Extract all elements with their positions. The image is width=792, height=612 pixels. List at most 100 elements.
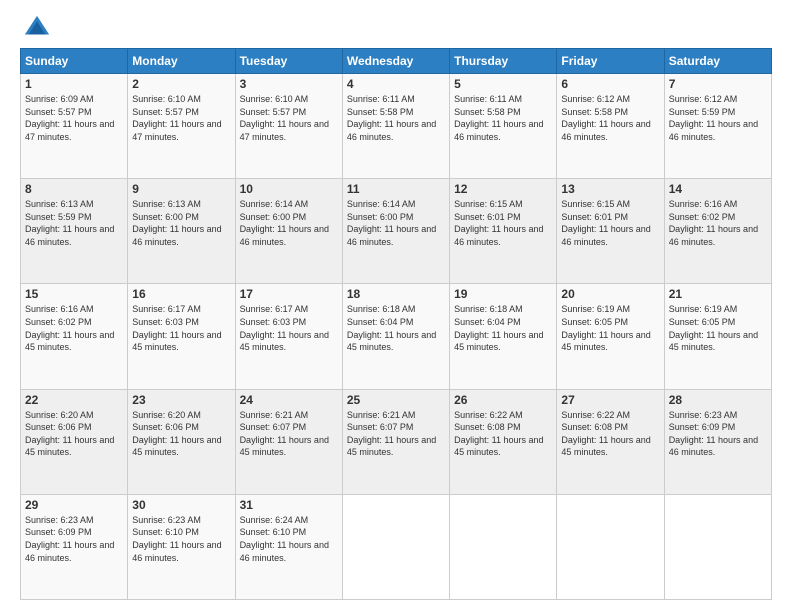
- day-number: 13: [561, 182, 659, 196]
- cell-sunset: Sunset: 5:59 PM: [669, 107, 736, 117]
- page: SundayMondayTuesdayWednesdayThursdayFrid…: [0, 0, 792, 612]
- day-number: 2: [132, 77, 230, 91]
- cell-sunset: Sunset: 6:00 PM: [132, 212, 199, 222]
- calendar-header-thursday: Thursday: [450, 49, 557, 74]
- calendar-cell: [557, 494, 664, 599]
- day-number: 24: [240, 393, 338, 407]
- cell-daylight: Daylight: 11 hours and 46 minutes.: [240, 540, 329, 563]
- cell-sunrise: Sunrise: 6:23 AM: [669, 410, 738, 420]
- calendar-cell: 4 Sunrise: 6:11 AM Sunset: 5:58 PM Dayli…: [342, 74, 449, 179]
- cell-sunset: Sunset: 6:08 PM: [561, 422, 628, 432]
- day-number: 1: [25, 77, 123, 91]
- day-number: 7: [669, 77, 767, 91]
- day-number: 14: [669, 182, 767, 196]
- cell-sunset: Sunset: 6:08 PM: [454, 422, 521, 432]
- day-number: 20: [561, 287, 659, 301]
- calendar-cell: 2 Sunrise: 6:10 AM Sunset: 5:57 PM Dayli…: [128, 74, 235, 179]
- cell-daylight: Daylight: 11 hours and 46 minutes.: [132, 224, 221, 247]
- cell-sunrise: Sunrise: 6:15 AM: [561, 199, 630, 209]
- calendar-cell: 3 Sunrise: 6:10 AM Sunset: 5:57 PM Dayli…: [235, 74, 342, 179]
- cell-sunrise: Sunrise: 6:17 AM: [240, 304, 309, 314]
- cell-sunrise: Sunrise: 6:22 AM: [561, 410, 630, 420]
- cell-daylight: Daylight: 11 hours and 45 minutes.: [240, 330, 329, 353]
- cell-daylight: Daylight: 11 hours and 46 minutes.: [669, 435, 758, 458]
- cell-sunset: Sunset: 5:57 PM: [132, 107, 199, 117]
- cell-daylight: Daylight: 11 hours and 46 minutes.: [347, 119, 436, 142]
- cell-sunrise: Sunrise: 6:12 AM: [669, 94, 738, 104]
- cell-sunset: Sunset: 6:04 PM: [347, 317, 414, 327]
- day-number: 31: [240, 498, 338, 512]
- cell-daylight: Daylight: 11 hours and 46 minutes.: [25, 224, 114, 247]
- calendar-cell: 10 Sunrise: 6:14 AM Sunset: 6:00 PM Dayl…: [235, 179, 342, 284]
- logo-area: [20, 18, 51, 42]
- cell-daylight: Daylight: 11 hours and 45 minutes.: [25, 435, 114, 458]
- cell-sunrise: Sunrise: 6:23 AM: [25, 515, 94, 525]
- calendar-cell: 17 Sunrise: 6:17 AM Sunset: 6:03 PM Dayl…: [235, 284, 342, 389]
- calendar-week-row: 8 Sunrise: 6:13 AM Sunset: 5:59 PM Dayli…: [21, 179, 772, 284]
- calendar-cell: 19 Sunrise: 6:18 AM Sunset: 6:04 PM Dayl…: [450, 284, 557, 389]
- cell-sunset: Sunset: 6:10 PM: [132, 527, 199, 537]
- calendar-cell: 15 Sunrise: 6:16 AM Sunset: 6:02 PM Dayl…: [21, 284, 128, 389]
- cell-sunset: Sunset: 6:09 PM: [25, 527, 92, 537]
- cell-sunset: Sunset: 6:06 PM: [25, 422, 92, 432]
- cell-sunrise: Sunrise: 6:24 AM: [240, 515, 309, 525]
- cell-sunset: Sunset: 6:10 PM: [240, 527, 307, 537]
- calendar-cell: 28 Sunrise: 6:23 AM Sunset: 6:09 PM Dayl…: [664, 389, 771, 494]
- cell-sunset: Sunset: 5:58 PM: [561, 107, 628, 117]
- calendar-cell: 1 Sunrise: 6:09 AM Sunset: 5:57 PM Dayli…: [21, 74, 128, 179]
- cell-daylight: Daylight: 11 hours and 45 minutes.: [132, 435, 221, 458]
- calendar-cell: 12 Sunrise: 6:15 AM Sunset: 6:01 PM Dayl…: [450, 179, 557, 284]
- day-number: 19: [454, 287, 552, 301]
- calendar-cell: 6 Sunrise: 6:12 AM Sunset: 5:58 PM Dayli…: [557, 74, 664, 179]
- calendar-cell: 11 Sunrise: 6:14 AM Sunset: 6:00 PM Dayl…: [342, 179, 449, 284]
- calendar-week-row: 29 Sunrise: 6:23 AM Sunset: 6:09 PM Dayl…: [21, 494, 772, 599]
- calendar-cell: 18 Sunrise: 6:18 AM Sunset: 6:04 PM Dayl…: [342, 284, 449, 389]
- cell-daylight: Daylight: 11 hours and 45 minutes.: [669, 330, 758, 353]
- cell-sunset: Sunset: 6:02 PM: [25, 317, 92, 327]
- calendar-week-row: 15 Sunrise: 6:16 AM Sunset: 6:02 PM Dayl…: [21, 284, 772, 389]
- cell-sunrise: Sunrise: 6:16 AM: [669, 199, 738, 209]
- calendar-cell: 21 Sunrise: 6:19 AM Sunset: 6:05 PM Dayl…: [664, 284, 771, 389]
- cell-daylight: Daylight: 11 hours and 46 minutes.: [669, 119, 758, 142]
- calendar-cell: 20 Sunrise: 6:19 AM Sunset: 6:05 PM Dayl…: [557, 284, 664, 389]
- day-number: 6: [561, 77, 659, 91]
- day-number: 17: [240, 287, 338, 301]
- day-number: 18: [347, 287, 445, 301]
- cell-sunset: Sunset: 6:00 PM: [347, 212, 414, 222]
- calendar-cell: 13 Sunrise: 6:15 AM Sunset: 6:01 PM Dayl…: [557, 179, 664, 284]
- cell-daylight: Daylight: 11 hours and 46 minutes.: [561, 224, 650, 247]
- calendar-header-saturday: Saturday: [664, 49, 771, 74]
- calendar-cell: 27 Sunrise: 6:22 AM Sunset: 6:08 PM Dayl…: [557, 389, 664, 494]
- cell-daylight: Daylight: 11 hours and 46 minutes.: [561, 119, 650, 142]
- day-number: 21: [669, 287, 767, 301]
- cell-sunrise: Sunrise: 6:10 AM: [132, 94, 201, 104]
- cell-sunrise: Sunrise: 6:10 AM: [240, 94, 309, 104]
- calendar-cell: 22 Sunrise: 6:20 AM Sunset: 6:06 PM Dayl…: [21, 389, 128, 494]
- cell-sunset: Sunset: 6:02 PM: [669, 212, 736, 222]
- day-number: 9: [132, 182, 230, 196]
- logo-icon: [23, 14, 51, 42]
- day-number: 10: [240, 182, 338, 196]
- calendar-cell: 24 Sunrise: 6:21 AM Sunset: 6:07 PM Dayl…: [235, 389, 342, 494]
- cell-sunset: Sunset: 6:03 PM: [132, 317, 199, 327]
- day-number: 5: [454, 77, 552, 91]
- calendar-cell: 7 Sunrise: 6:12 AM Sunset: 5:59 PM Dayli…: [664, 74, 771, 179]
- cell-sunrise: Sunrise: 6:13 AM: [132, 199, 201, 209]
- day-number: 23: [132, 393, 230, 407]
- cell-daylight: Daylight: 11 hours and 46 minutes.: [347, 224, 436, 247]
- cell-sunrise: Sunrise: 6:21 AM: [347, 410, 416, 420]
- calendar-cell: 8 Sunrise: 6:13 AM Sunset: 5:59 PM Dayli…: [21, 179, 128, 284]
- cell-daylight: Daylight: 11 hours and 46 minutes.: [454, 224, 543, 247]
- cell-sunrise: Sunrise: 6:21 AM: [240, 410, 309, 420]
- cell-sunrise: Sunrise: 6:20 AM: [25, 410, 94, 420]
- day-number: 22: [25, 393, 123, 407]
- calendar-header-wednesday: Wednesday: [342, 49, 449, 74]
- calendar-cell: [664, 494, 771, 599]
- cell-sunset: Sunset: 6:04 PM: [454, 317, 521, 327]
- calendar-cell: 30 Sunrise: 6:23 AM Sunset: 6:10 PM Dayl…: [128, 494, 235, 599]
- cell-daylight: Daylight: 11 hours and 45 minutes.: [347, 330, 436, 353]
- calendar-cell: 25 Sunrise: 6:21 AM Sunset: 6:07 PM Dayl…: [342, 389, 449, 494]
- cell-sunset: Sunset: 6:09 PM: [669, 422, 736, 432]
- calendar-cell: [342, 494, 449, 599]
- cell-daylight: Daylight: 11 hours and 45 minutes.: [454, 435, 543, 458]
